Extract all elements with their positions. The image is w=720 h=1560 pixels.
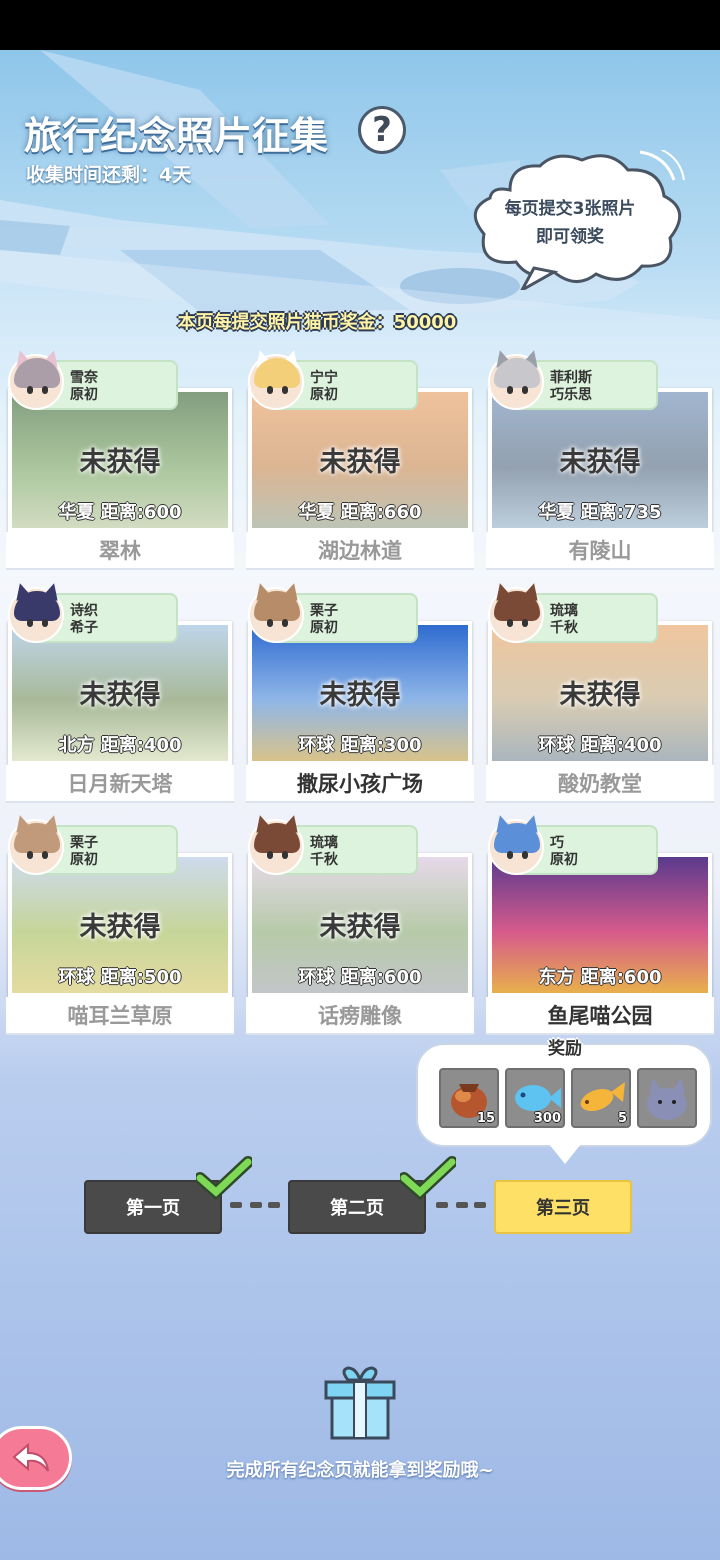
photo-card[interactable]: 未获得环球 距离:300 撒尿小孩广场 栗子 原初 <box>246 581 474 803</box>
character-avatar-icon <box>248 348 304 410</box>
card-region-distance: 华夏 距离:660 <box>298 502 422 523</box>
character-names: 宁宁 原初 <box>310 370 338 403</box>
character-names: 菲利斯 巧乐思 <box>550 370 592 403</box>
card-location-name: 话痨雕像 <box>246 997 474 1035</box>
photo-card[interactable]: 未获得华夏 距离:735 有陵山 菲利斯 巧乐思 <box>486 348 714 570</box>
meat-bag-icon[interactable]: 15 <box>439 1068 499 1128</box>
card-region-distance: 环球 距离:400 <box>538 735 662 756</box>
page-connector <box>456 1202 468 1208</box>
check-icon <box>196 1156 252 1200</box>
page-connector <box>268 1202 280 1208</box>
character-names: 栗子 原初 <box>70 835 98 868</box>
rewards-panel: 15 300 5 <box>418 1045 710 1164</box>
page-connector <box>436 1202 448 1208</box>
photo-card[interactable]: 未获得环球 距离:400 酸奶教堂 琉璃 千秋 <box>486 581 714 803</box>
card-location-name: 撒尿小孩广场 <box>246 765 474 803</box>
card-status: 未获得 <box>559 680 641 711</box>
card-location-name: 日月新天塔 <box>6 765 234 803</box>
character-avatar-icon <box>248 581 304 643</box>
card-region-distance: 环球 距离:600 <box>298 967 422 988</box>
photo-card[interactable]: 未获得华夏 距离:600 翠林 雪奈 原初 <box>6 348 234 570</box>
card-region-distance: 北方 距离:400 <box>58 735 182 756</box>
card-region-distance: 华夏 距离:735 <box>538 502 662 523</box>
card-location-name: 喵耳兰草原 <box>6 997 234 1035</box>
card-status: 未获得 <box>79 680 161 711</box>
photo-card[interactable]: 未获得华夏 距离:660 湖边林道 宁宁 原初 <box>246 348 474 570</box>
status-bar <box>0 0 720 50</box>
speech-bubble: 每页提交3张照片 即可领奖 <box>470 150 688 290</box>
card-region-distance: 环球 距离:500 <box>58 967 182 988</box>
rewards-pointer <box>549 1144 581 1164</box>
bonus-text: 本页每提交照片猫币奖金：50000 <box>177 312 457 333</box>
card-location-name: 酸奶教堂 <box>486 765 714 803</box>
character-avatar-icon <box>8 813 64 875</box>
card-status: 未获得 <box>319 680 401 711</box>
page-connector <box>230 1202 242 1208</box>
character-avatar-icon <box>8 348 64 410</box>
check-icon <box>400 1156 456 1200</box>
page-connector <box>250 1202 262 1208</box>
page-connector <box>474 1202 486 1208</box>
card-region-distance: 华夏 距离:600 <box>58 502 182 523</box>
card-location-name: 鱼尾喵公园 <box>486 997 714 1035</box>
countdown-text: 收集时间还剩：4天 <box>26 164 192 186</box>
character-avatar-icon <box>488 581 544 643</box>
back-button[interactable] <box>0 1426 72 1490</box>
page-3-button[interactable]: 第三页 <box>494 1180 632 1234</box>
photo-card[interactable]: 未获得环球 距离:500 喵耳兰草原 栗子 原初 <box>6 813 234 1035</box>
character-avatar-icon <box>248 813 304 875</box>
character-names: 栗子 原初 <box>310 603 338 636</box>
character-names: 诗织 希子 <box>70 603 98 636</box>
character-avatar-icon <box>8 581 64 643</box>
character-names: 琉璃 千秋 <box>550 603 578 636</box>
card-location-name: 有陵山 <box>486 532 714 570</box>
rewards-title: 奖励 <box>548 1039 582 1059</box>
card-status: 未获得 <box>559 447 641 478</box>
screen: 旅行纪念照片征集 ? 收集时间还剩：4天 每页提交3张照片 即可领奖 本页每提交… <box>0 50 720 1560</box>
bubble-text: 每页提交3张照片 即可领奖 <box>504 199 636 247</box>
gray-cat-plush-icon[interactable] <box>637 1068 697 1128</box>
photo-card[interactable]: 东方 距离:600 鱼尾喵公园 巧 原初 <box>486 813 714 1035</box>
card-location-name: 湖边林道 <box>246 532 474 570</box>
character-names: 巧 原初 <box>550 835 578 868</box>
gift-box-icon[interactable] <box>322 1366 398 1442</box>
card-status: 未获得 <box>319 912 401 943</box>
photo-card[interactable]: 未获得北方 距离:400 日月新天塔 诗织 希子 <box>6 581 234 803</box>
character-avatar-icon <box>488 348 544 410</box>
card-status: 未获得 <box>319 447 401 478</box>
card-location-name: 翠林 <box>6 532 234 570</box>
back-arrow-icon <box>12 1442 49 1472</box>
card-status: 未获得 <box>79 912 161 943</box>
card-region-distance: 环球 距离:300 <box>298 735 422 756</box>
character-names: 琉璃 千秋 <box>310 835 338 868</box>
photo-card[interactable]: 未获得环球 距离:600 话痨雕像 琉璃 千秋 <box>246 813 474 1035</box>
page-title: 旅行纪念照片征集 <box>24 114 329 158</box>
golden-fish-icon[interactable]: 5 <box>571 1068 631 1128</box>
character-avatar-icon <box>488 813 544 875</box>
character-names: 雪奈 原初 <box>70 370 98 403</box>
footer-text: 完成所有纪念页就能拿到奖励哦~ <box>226 1460 494 1481</box>
blue-fish-icon[interactable]: 300 <box>505 1068 565 1128</box>
card-region-distance: 东方 距离:600 <box>538 967 662 988</box>
card-status: 未获得 <box>79 447 161 478</box>
question-mark-icon[interactable]: ? <box>358 106 406 154</box>
